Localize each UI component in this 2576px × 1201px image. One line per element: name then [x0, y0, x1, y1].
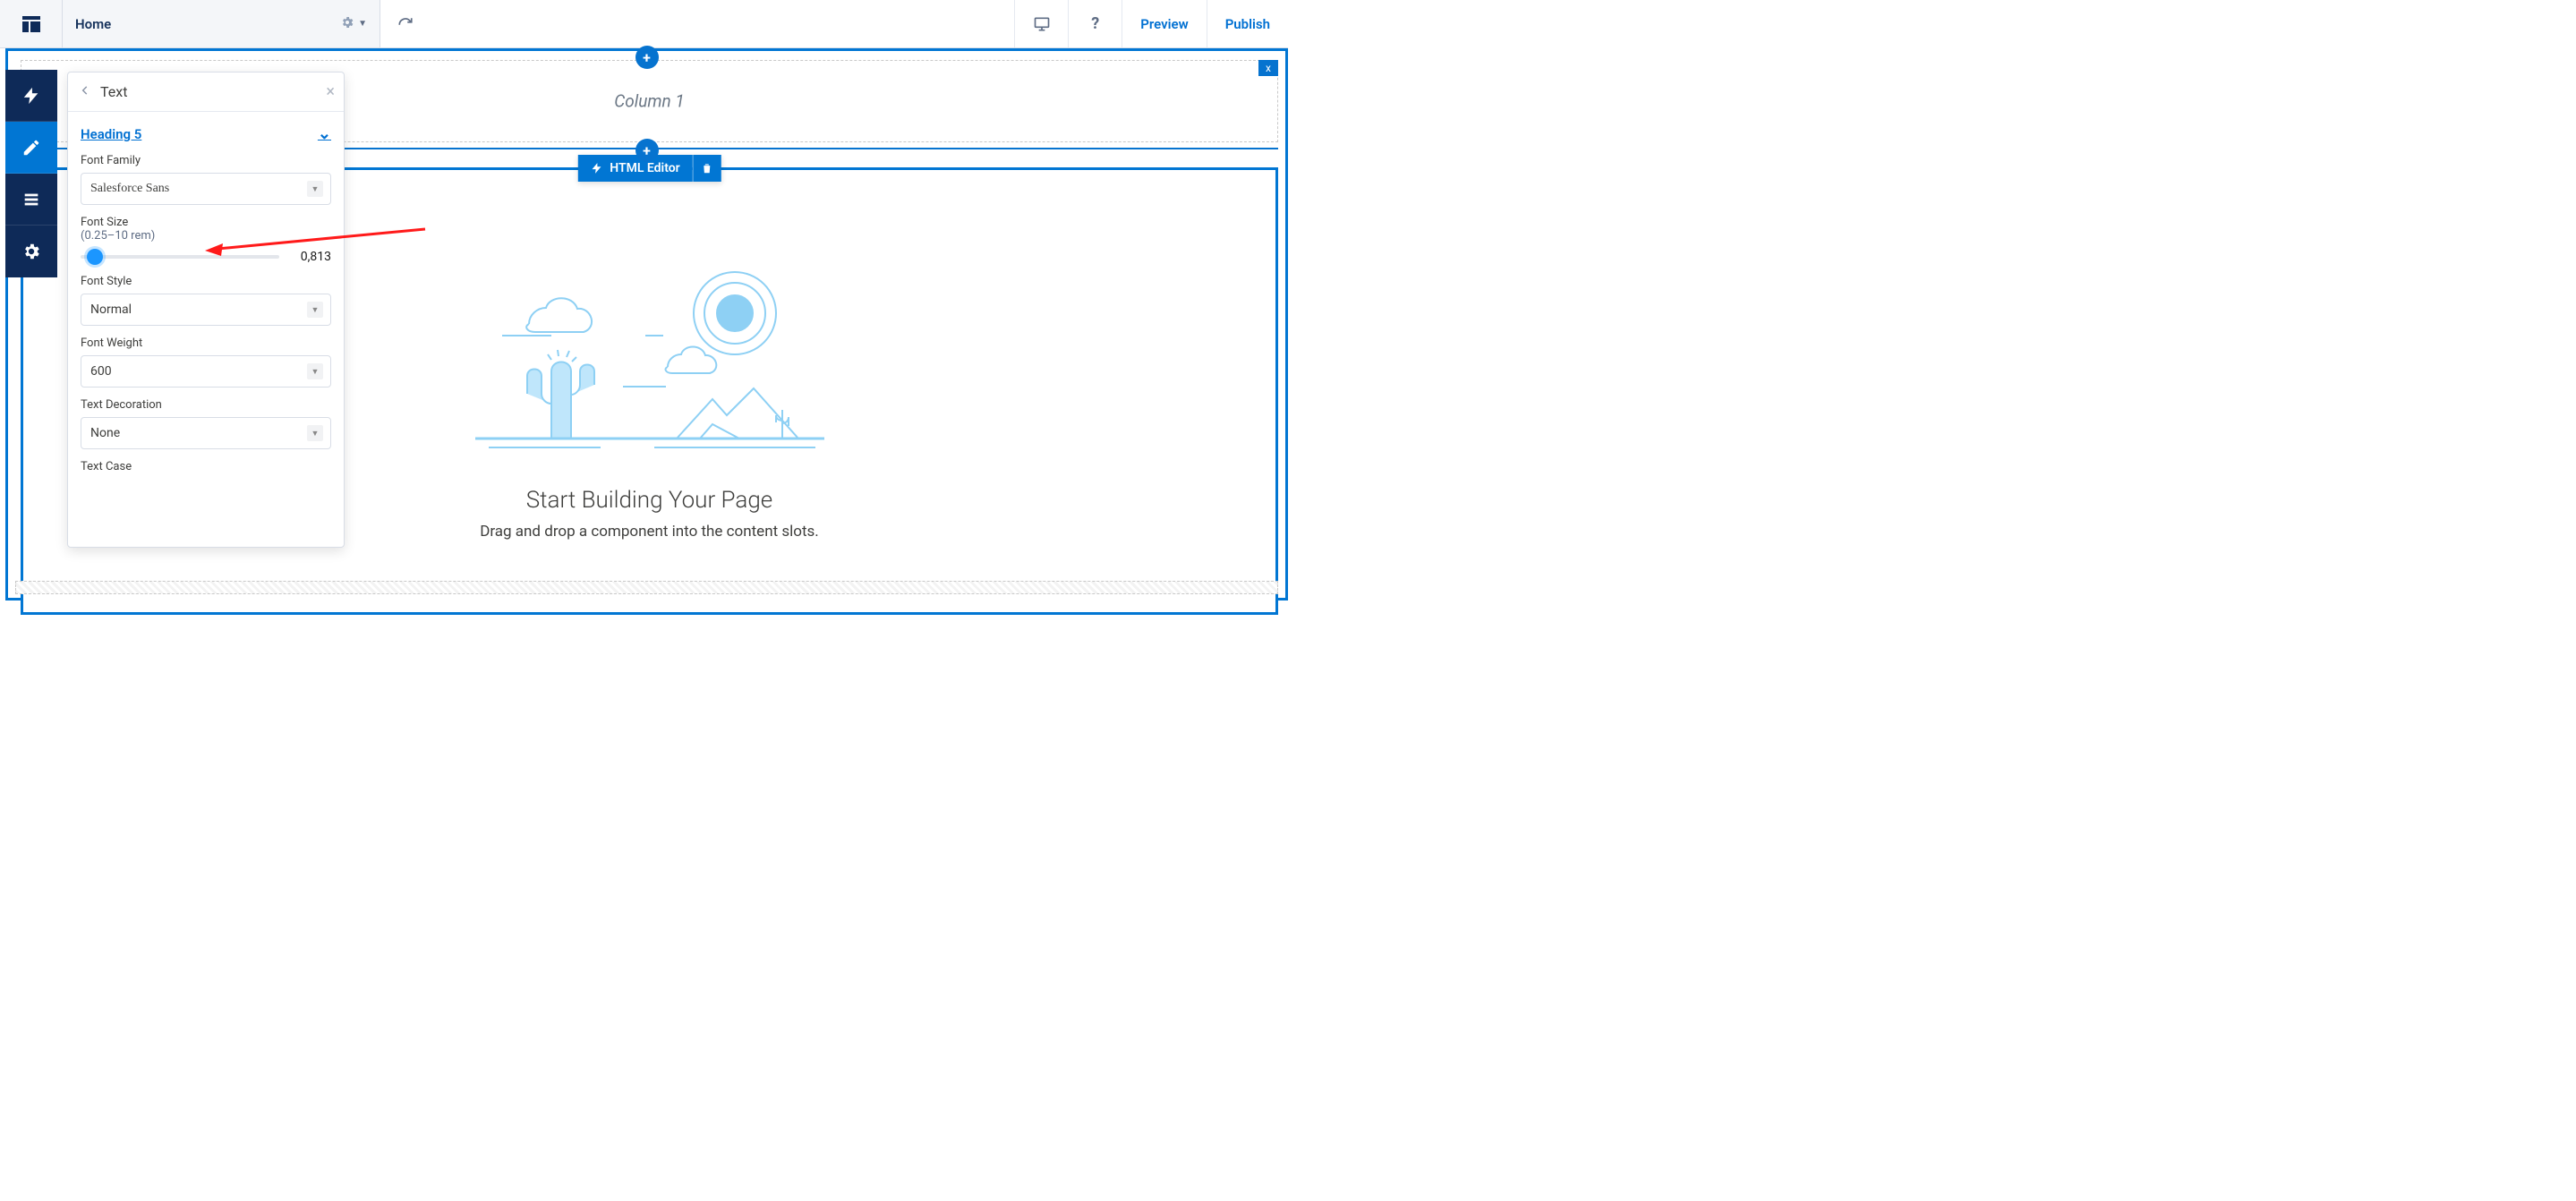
help-button[interactable]: ?: [1068, 0, 1122, 47]
text-decoration-select[interactable]: None ▼: [81, 417, 331, 449]
left-rail: [5, 70, 57, 277]
bolt-icon: [590, 162, 602, 175]
component-name-label: HTML Editor: [610, 161, 679, 175]
font-size-label: Font Size: [81, 216, 331, 229]
theme-text-panel: Text × Heading 5 ⌄ Font Family Salesforc…: [67, 72, 345, 548]
preview-button[interactable]: Preview: [1122, 0, 1206, 47]
font-family-select[interactable]: Salesforce Sans ▼: [81, 173, 331, 205]
font-size-value: 0,813: [288, 250, 331, 264]
font-style-label: Font Style: [81, 275, 331, 288]
rail-components-button[interactable]: [5, 70, 57, 122]
panel-header: Text ×: [68, 72, 344, 112]
dropdown-icon: ▼: [307, 181, 323, 197]
page-title: Home: [75, 16, 111, 32]
rail-settings-button[interactable]: [5, 226, 57, 277]
font-family-value: Salesforce Sans: [90, 182, 169, 196]
close-slot-button[interactable]: x: [1258, 60, 1278, 76]
font-weight-value: 600: [90, 364, 112, 379]
panel-title: Text: [100, 83, 127, 100]
empty-state-illustration: [466, 260, 833, 465]
text-decoration-value: None: [90, 426, 120, 440]
caret-down-icon[interactable]: ▼: [358, 19, 367, 29]
close-panel-button[interactable]: ×: [326, 82, 335, 101]
trash-icon: [701, 162, 713, 175]
footer-slot[interactable]: [15, 581, 1278, 594]
text-case-label: Text Case: [81, 460, 331, 473]
font-style-value: Normal: [90, 302, 132, 317]
dropdown-icon: ▼: [307, 425, 323, 441]
font-size-range: (0.25–10 rem): [81, 229, 331, 243]
text-decoration-label: Text Decoration: [81, 398, 331, 412]
chevron-down-icon: ⌄: [318, 124, 331, 143]
component-label-button[interactable]: HTML Editor: [577, 155, 692, 182]
dropdown-icon: ▼: [307, 302, 323, 318]
font-family-label: Font Family: [81, 154, 331, 167]
desktop-view-button[interactable]: [1014, 0, 1068, 47]
add-above-button[interactable]: +: [635, 46, 659, 69]
publish-button[interactable]: Publish: [1207, 0, 1288, 47]
app-logo: [0, 0, 63, 47]
font-style-select[interactable]: Normal ▼: [81, 294, 331, 326]
section-heading-5[interactable]: Heading 5 ⌄: [81, 124, 331, 143]
delete-component-button[interactable]: [693, 155, 721, 182]
rail-page-structure-button[interactable]: [5, 174, 57, 226]
back-button[interactable]: [77, 83, 93, 100]
page-selector[interactable]: Home ▼: [63, 0, 380, 47]
font-weight-select[interactable]: 600 ▼: [81, 355, 331, 388]
column-slot-label: Column 1: [614, 91, 685, 112]
section-heading-label: Heading 5: [81, 126, 141, 142]
add-below-button[interactable]: +: [635, 139, 659, 162]
top-toolbar: Home ▼ ? Preview Publish: [0, 0, 1288, 48]
rail-theme-button[interactable]: [5, 122, 57, 174]
font-weight-label: Font Weight: [81, 336, 331, 350]
dropdown-icon: ▼: [307, 363, 323, 379]
font-size-slider[interactable]: [81, 255, 279, 259]
gear-icon[interactable]: [340, 15, 354, 33]
refresh-button[interactable]: [380, 0, 430, 47]
slider-thumb[interactable]: [87, 249, 103, 265]
